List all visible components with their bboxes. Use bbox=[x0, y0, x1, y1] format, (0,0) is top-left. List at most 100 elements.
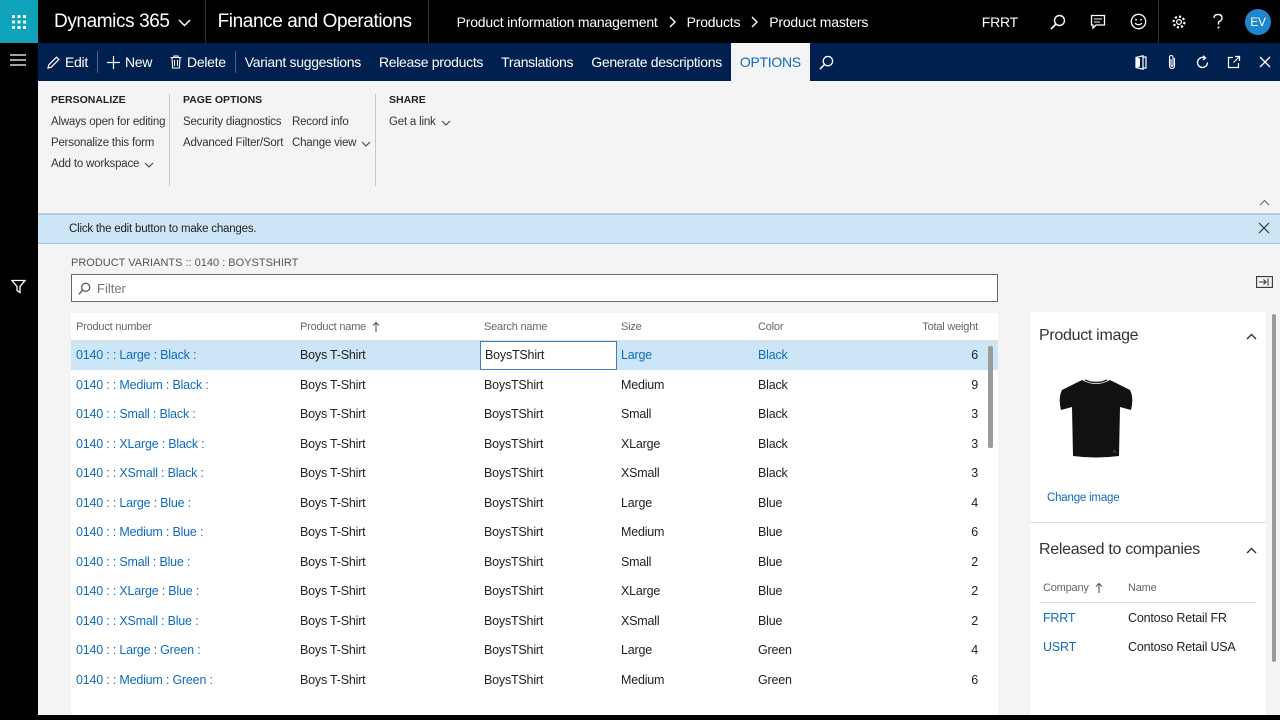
breadcrumb-item-pim[interactable]: Product information management bbox=[457, 14, 658, 30]
column-header-color[interactable]: Color bbox=[754, 313, 891, 341]
app-name[interactable]: Finance and Operations bbox=[206, 0, 429, 43]
company-link[interactable]: USRT bbox=[1039, 640, 1128, 654]
table-row[interactable]: 0140 : : Small : Black : Boys T-Shirt Boys… bbox=[71, 400, 998, 430]
add-to-workspace-button[interactable]: Add to workspace bbox=[51, 154, 165, 175]
collapse-ribbon-button[interactable] bbox=[1259, 195, 1270, 209]
open-in-office-button[interactable] bbox=[1125, 43, 1156, 81]
delete-button[interactable]: Delete bbox=[161, 43, 235, 81]
product-number-link[interactable]: 0140 : : XSmall : Blue : bbox=[71, 614, 296, 628]
product-number-link[interactable]: 0140 : : Large : Blue : bbox=[71, 496, 296, 510]
company-picker[interactable]: FRRT bbox=[982, 14, 1038, 30]
table-row[interactable]: 0140 : : Small : Blue : Boys T-Shirt BoysT… bbox=[71, 548, 998, 577]
change-view-button[interactable]: Change view bbox=[292, 133, 371, 154]
column-header-size[interactable]: Size bbox=[617, 313, 754, 341]
factbox-toggle-button[interactable] bbox=[1256, 276, 1273, 291]
filter-pane-button[interactable] bbox=[10, 279, 27, 297]
close-page-button[interactable] bbox=[1249, 43, 1280, 81]
column-header-product-number[interactable]: Product number bbox=[71, 313, 296, 341]
table-row[interactable]: USRT Contoso Retail USA bbox=[1039, 632, 1266, 661]
chevron-down-icon bbox=[178, 11, 191, 33]
column-header-company[interactable]: Company bbox=[1039, 582, 1128, 594]
refresh-button[interactable] bbox=[1187, 43, 1218, 81]
table-row[interactable]: 0140 : : Large : Black : Boys T-Shirt Boys… bbox=[71, 340, 998, 371]
always-open-editing-button[interactable]: Always open for editing bbox=[51, 112, 166, 133]
size-cell: Medium bbox=[621, 672, 665, 687]
attachments-button[interactable] bbox=[1156, 43, 1187, 81]
product-number-link[interactable]: 0140 : : Large : Green : bbox=[71, 643, 296, 657]
personalize-form-button[interactable]: Personalize this form bbox=[51, 133, 165, 154]
table-row[interactable]: 0140 : : Large : Blue : Boys T-Shirt BoysT… bbox=[71, 489, 998, 518]
grid-scrollbar[interactable] bbox=[988, 346, 993, 448]
search-name-cell[interactable]: BoysTShirt bbox=[480, 340, 617, 370]
table-row[interactable]: 0140 : : Medium : Blue : Boys T-Shirt Boys… bbox=[71, 518, 998, 548]
table-row[interactable]: 0140 : : XSmall : Blue : Boys T-Shirt Boys… bbox=[71, 607, 998, 636]
action-search-button[interactable] bbox=[810, 43, 843, 81]
product-number-link[interactable]: 0140 : : XLarge : Black : bbox=[71, 437, 296, 451]
ribbon-item-label: Get a link bbox=[389, 116, 436, 128]
new-label: New bbox=[124, 54, 153, 70]
dismiss-message-button[interactable] bbox=[1258, 222, 1270, 237]
pencil-icon bbox=[47, 55, 60, 69]
product-number-link[interactable]: 0140 : : XLarge : Blue : bbox=[71, 584, 296, 598]
size-cell: Large bbox=[621, 643, 652, 658]
avatar[interactable]: EV bbox=[1245, 8, 1271, 35]
product-image-header[interactable]: Product image bbox=[1030, 312, 1266, 360]
get-a-link-button[interactable]: Get a link bbox=[389, 112, 451, 133]
change-image-link[interactable]: Change image bbox=[1047, 492, 1120, 504]
app-launcher-button[interactable] bbox=[0, 0, 38, 43]
company-name-cell: Contoso Retail FR bbox=[1128, 610, 1227, 625]
new-button[interactable]: New bbox=[98, 43, 161, 81]
column-header-product-name[interactable]: Product name bbox=[296, 313, 480, 341]
color-cell: Green bbox=[758, 672, 792, 687]
navigation-menu-button[interactable] bbox=[10, 54, 26, 69]
table-row[interactable]: 0140 : : XSmall : Black : Boys T-Shirt Boy… bbox=[71, 459, 998, 489]
search-button[interactable] bbox=[1038, 0, 1078, 43]
open-new-window-button[interactable] bbox=[1218, 43, 1249, 81]
product-number-link[interactable]: 0140 : : Small : Black : bbox=[71, 407, 296, 421]
product-number-link[interactable]: 0140 : : Large : Black : bbox=[71, 348, 296, 362]
translations-button[interactable]: Translations bbox=[492, 43, 582, 81]
product-number-link[interactable]: 0140 : : Medium : Green : bbox=[71, 673, 296, 687]
filter-input[interactable] bbox=[97, 280, 897, 296]
breadcrumb-item-products[interactable]: Products bbox=[687, 14, 741, 30]
product-number-link[interactable]: 0140 : : Small : Blue : bbox=[71, 555, 296, 569]
table-row[interactable]: 0140 : : Large : Green : Boys T-Shirt Boys… bbox=[71, 636, 998, 666]
ribbon-item-label: Change view bbox=[292, 137, 357, 149]
table-row[interactable]: 0140 : : Medium : Black : Boys T-Shirt Boy… bbox=[71, 371, 998, 400]
chevron-up-icon bbox=[1259, 199, 1270, 206]
messages-button[interactable] bbox=[1078, 0, 1118, 43]
edit-button[interactable]: Edit bbox=[38, 43, 97, 81]
table-row[interactable]: FRRT Contoso Retail FR bbox=[1039, 603, 1266, 632]
column-header-name[interactable]: Name bbox=[1128, 582, 1248, 594]
office-icon bbox=[1134, 54, 1147, 70]
table-row[interactable]: 0140 : : XLarge : Black : Boys T-Shirt Boy… bbox=[71, 430, 998, 459]
variant-suggestions-button[interactable]: Variant suggestions bbox=[236, 43, 370, 81]
product-image-area bbox=[1030, 360, 1266, 490]
table-row[interactable]: 0140 : : Medium : Green : Boys T-Shirt Boy… bbox=[71, 666, 998, 695]
size-cell: XSmall bbox=[621, 466, 660, 481]
record-info-button[interactable]: Record info bbox=[292, 112, 371, 133]
company-link[interactable]: FRRT bbox=[1039, 611, 1128, 625]
released-companies-header[interactable]: Released to companies bbox=[1030, 527, 1266, 573]
column-header-total-weight[interactable]: Total weight bbox=[891, 313, 982, 341]
settings-button[interactable] bbox=[1158, 0, 1198, 43]
product-number-link[interactable]: 0140 : : Medium : Blue : bbox=[71, 525, 296, 539]
product-number-link[interactable]: 0140 : : Medium : Black : bbox=[71, 378, 296, 392]
release-products-button[interactable]: Release products bbox=[370, 43, 492, 81]
weight-cell: 3 bbox=[971, 407, 978, 422]
security-diagnostics-button[interactable]: Security diagnostics bbox=[183, 112, 292, 133]
filter-field[interactable] bbox=[71, 274, 998, 302]
advanced-filter-sort-button[interactable]: Advanced Filter/Sort bbox=[183, 133, 292, 154]
factbox-scrollbar[interactable] bbox=[1272, 314, 1276, 662]
tab-options[interactable]: OPTIONS bbox=[730, 43, 810, 81]
feedback-button[interactable] bbox=[1118, 0, 1158, 43]
brand-menu[interactable]: Dynamics 365 bbox=[38, 0, 206, 43]
help-button[interactable] bbox=[1198, 0, 1238, 43]
color-cell: Black bbox=[758, 348, 788, 363]
released-companies-grid-header: Company Name bbox=[1039, 573, 1256, 603]
product-number-link[interactable]: 0140 : : XSmall : Black : bbox=[71, 466, 296, 480]
table-row[interactable]: 0140 : : XLarge : Blue : Boys T-Shirt Boys… bbox=[71, 577, 998, 607]
column-header-search-name[interactable]: Search name bbox=[480, 313, 617, 341]
generate-descriptions-button[interactable]: Generate descriptions bbox=[582, 43, 731, 81]
breadcrumb-item-product-masters[interactable]: Product masters bbox=[769, 14, 868, 30]
